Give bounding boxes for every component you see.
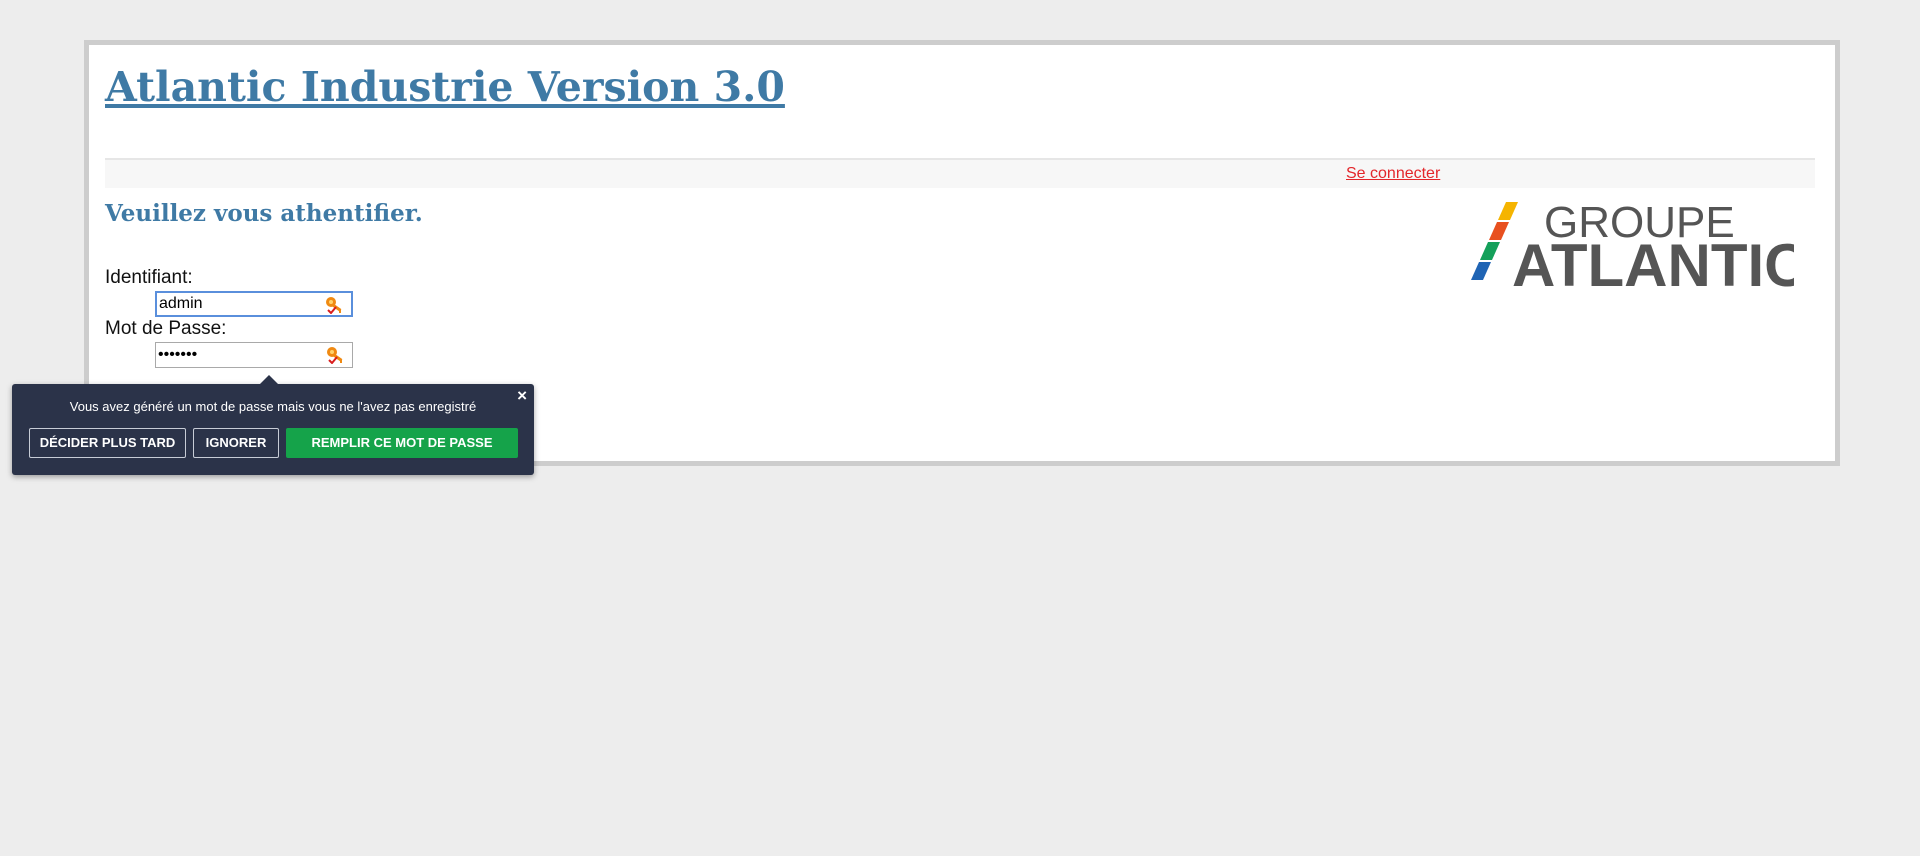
key-icon[interactable] xyxy=(325,296,345,314)
nav-bar: Se connecter xyxy=(105,158,1815,188)
ignore-button[interactable]: IGNORER xyxy=(193,428,279,458)
popup-message: Vous avez généré un mot de passe mais vo… xyxy=(69,399,477,414)
password-input[interactable] xyxy=(158,343,318,367)
page-title[interactable]: Atlantic Industrie Version 3.0 xyxy=(105,63,785,111)
popup-pointer xyxy=(259,375,279,385)
auth-heading: Veuillez vous athentifier. xyxy=(105,200,423,227)
password-label: Mot de Passe: xyxy=(105,318,227,339)
groupe-atlantic-logo: GROUPE ATLANTIC xyxy=(1471,200,1794,299)
password-field-box[interactable] xyxy=(155,342,353,368)
username-field-box[interactable] xyxy=(155,291,353,317)
username-input[interactable] xyxy=(159,293,319,315)
fill-password-button[interactable]: REMPLIR CE MOT DE PASSE xyxy=(286,428,518,458)
decide-later-button[interactable]: DÉCIDER PLUS TARD xyxy=(29,428,186,458)
connect-link[interactable]: Se connecter xyxy=(1346,165,1440,183)
logo-text-atlantic: ATLANTIC xyxy=(1512,232,1794,299)
key-icon[interactable] xyxy=(326,346,346,364)
password-manager-popup: × Vous avez généré un mot de passe mais … xyxy=(12,375,534,475)
username-label: Identifiant: xyxy=(105,267,193,288)
